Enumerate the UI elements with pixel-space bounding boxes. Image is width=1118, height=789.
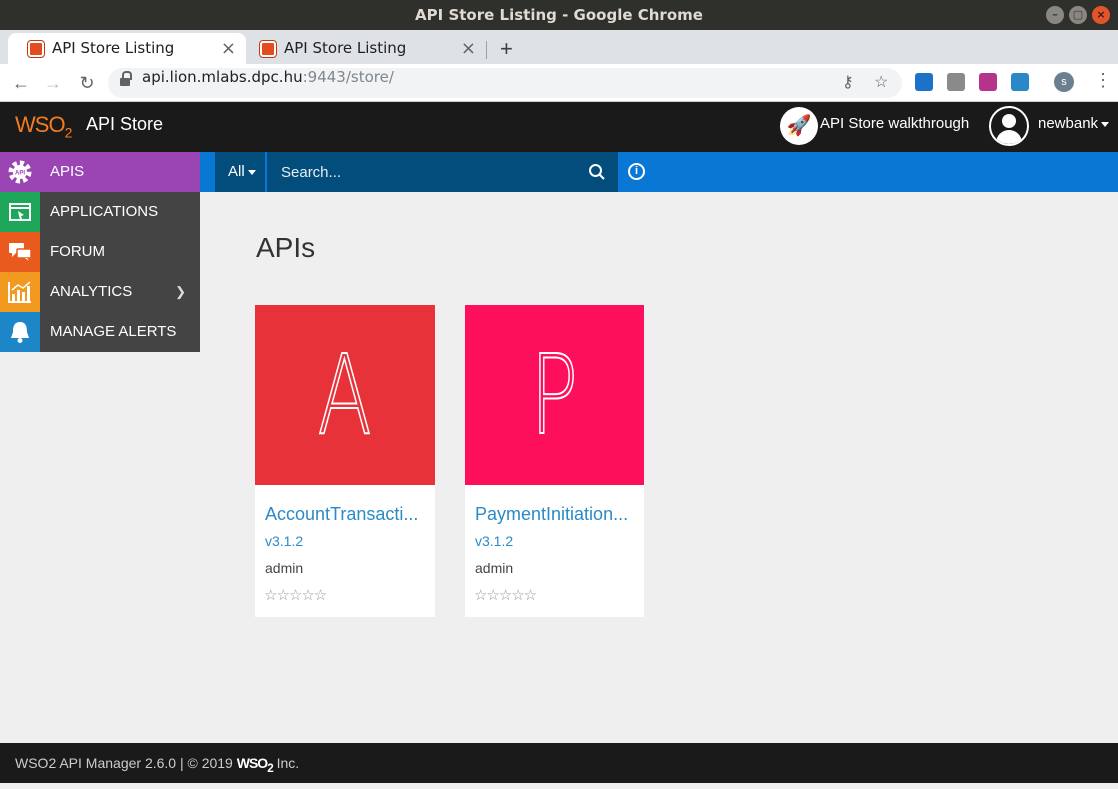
wso2-favicon-icon <box>260 41 276 57</box>
sidebar-item-apis[interactable]: API APIS <box>0 152 200 192</box>
footer-brand: WSO2 <box>236 755 274 775</box>
tab-api-store-listing-2[interactable]: API Store Listing × <box>246 33 486 64</box>
rocket-icon[interactable]: 🚀 <box>780 107 818 145</box>
tab-separator <box>486 41 487 59</box>
user-avatar-icon[interactable] <box>989 106 1029 146</box>
api-card[interactable]: A AccountTransacti... v3.1.2 admin ☆☆☆☆☆ <box>255 305 435 617</box>
page-title: APIs <box>256 232 316 263</box>
footer: WSO2 API Manager 2.6.0 | © 2019 WSO2 Inc… <box>0 743 1118 783</box>
lock-icon[interactable] <box>120 71 132 88</box>
bell-icon <box>0 312 40 352</box>
sidebar-item-label: APPLICATIONS <box>50 203 159 220</box>
svg-text:API: API <box>15 171 25 177</box>
extension-icon[interactable] <box>915 73 933 91</box>
sidebar-item-forum[interactable]: FORUM <box>0 232 200 272</box>
reload-icon[interactable]: ↻ <box>74 70 100 96</box>
app-title[interactable]: API Store <box>86 102 163 146</box>
new-tab-icon[interactable]: + <box>500 33 513 64</box>
minimize-icon[interactable]: – <box>1046 6 1064 24</box>
footer-text: WSO2 API Manager 2.6.0 | © 2019 <box>15 755 237 771</box>
maximize-icon[interactable]: ▢ <box>1069 6 1087 24</box>
info-icon[interactable]: i <box>628 163 645 180</box>
footer-suffix: Inc. <box>272 755 300 771</box>
api-card[interactable]: P PaymentInitiation... v3.1.2 admin ☆☆☆☆… <box>465 305 644 617</box>
api-version[interactable]: v3.1.2 <box>475 533 513 549</box>
forward-icon[interactable]: → <box>40 70 66 96</box>
tab-label: API Store Listing <box>52 39 175 57</box>
app-header: WSO2 API Store 🚀 API Store walkthrough n… <box>0 102 1118 152</box>
window-controls: – ▢ × <box>1046 6 1110 24</box>
caret-down-icon <box>1101 121 1110 127</box>
window-titlebar: API Store Listing - Google Chrome – ▢ × <box>0 0 1118 30</box>
search-bar: All i <box>200 152 1118 192</box>
user-menu[interactable]: newbank <box>1038 102 1110 146</box>
api-version[interactable]: v3.1.2 <box>265 533 303 549</box>
rating-stars[interactable]: ☆☆☆☆☆ <box>474 586 537 604</box>
sidebar-item-analytics[interactable]: ANALYTICS ❯ <box>0 272 200 312</box>
caret-down-icon <box>247 169 256 175</box>
close-window-icon[interactable]: × <box>1092 6 1110 24</box>
api-gear-icon: API <box>8 160 32 184</box>
sidebar-item-label: FORUM <box>50 243 105 260</box>
back-icon[interactable]: ← <box>8 70 34 96</box>
browser-menu-icon[interactable]: ⋮ <box>1094 70 1112 91</box>
api-name-link[interactable]: PaymentInitiation... <box>475 504 635 525</box>
key-icon[interactable]: ⚷ <box>842 68 854 98</box>
forum-icon <box>0 232 40 272</box>
walkthrough-link[interactable]: API Store walkthrough <box>820 102 969 146</box>
analytics-icon <box>0 272 40 312</box>
bookmark-star-icon[interactable]: ☆ <box>874 68 888 98</box>
extension-icon[interactable] <box>979 73 997 91</box>
sidebar-item-manage-alerts[interactable]: MANAGE ALERTS <box>0 312 200 352</box>
search-input[interactable] <box>269 152 579 192</box>
search-filter-dropdown[interactable]: All <box>215 152 267 192</box>
api-provider: admin <box>475 560 514 576</box>
api-name-link[interactable]: AccountTransacti... <box>265 504 425 525</box>
search-box: All <box>215 152 618 192</box>
profile-avatar[interactable]: s <box>1054 72 1074 92</box>
window-title: API Store Listing - Google Chrome <box>415 6 703 24</box>
url-text[interactable]: api.lion.mlabs.dpc.hu:9443/store/ <box>142 68 394 86</box>
sidebar-item-label: ANALYTICS <box>50 283 133 300</box>
api-thumbnail[interactable]: P <box>465 305 644 485</box>
sidebar-item-label: APIS <box>50 163 85 180</box>
search-icon[interactable] <box>588 163 606 181</box>
wso2-favicon-icon <box>28 41 44 57</box>
chevron-down-icon[interactable]: ❯ <box>175 272 186 312</box>
tab-label: API Store Listing <box>284 39 407 57</box>
sidebar: API APIS APPLICATIONS FORUM ANALYTICS ❯ … <box>0 152 200 352</box>
extension-icon[interactable] <box>947 73 965 91</box>
extension-icon[interactable] <box>1011 73 1029 91</box>
tab-strip: API Store Listing × API Store Listing × … <box>0 30 1118 64</box>
rating-stars[interactable]: ☆☆☆☆☆ <box>264 586 327 604</box>
sidebar-item-label: MANAGE ALERTS <box>50 323 177 340</box>
applications-icon <box>0 192 40 232</box>
address-bar[interactable]: api.lion.mlabs.dpc.hu:9443/store/ ⚷ ☆ <box>108 68 902 98</box>
tab-api-store-listing-1[interactable]: API Store Listing × <box>8 33 246 64</box>
api-provider: admin <box>265 560 304 576</box>
close-tab-icon[interactable]: × <box>221 33 236 64</box>
close-tab-icon[interactable]: × <box>461 33 476 64</box>
api-thumbnail[interactable]: A <box>255 305 435 485</box>
wso2-logo[interactable]: WSO2 <box>15 112 72 140</box>
sidebar-item-applications[interactable]: APPLICATIONS <box>0 192 200 232</box>
